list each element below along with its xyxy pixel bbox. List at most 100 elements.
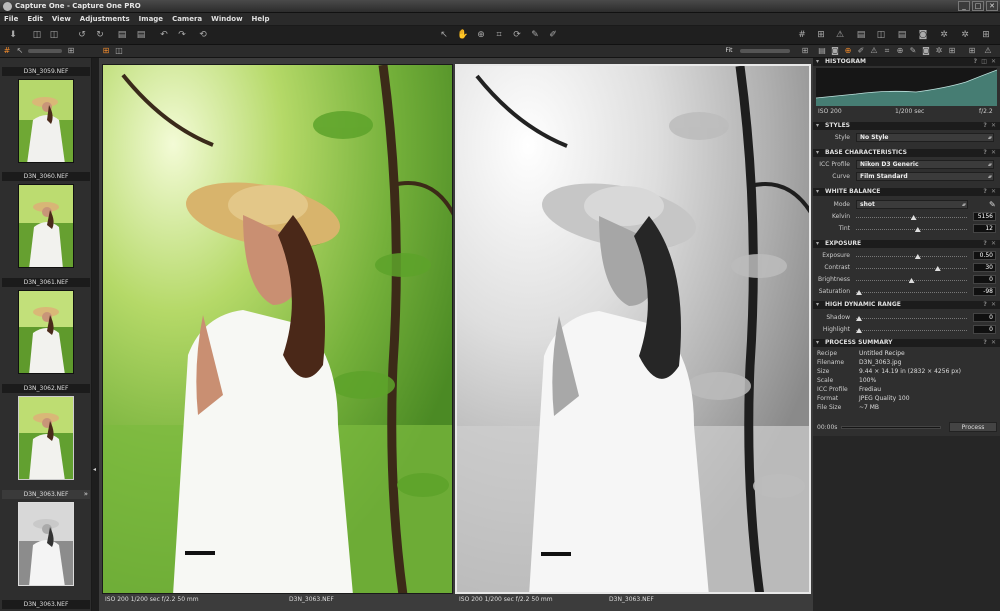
- close-button[interactable]: ✕: [986, 1, 998, 11]
- undo-icon[interactable]: ↶: [158, 29, 170, 41]
- highlight-value[interactable]: 0: [973, 325, 996, 334]
- multi-view-icon[interactable]: ◫: [114, 46, 124, 56]
- stack-icon[interactable]: ◫: [875, 29, 887, 41]
- process-button[interactable]: Process: [949, 422, 997, 432]
- exposure-slider-track[interactable]: [856, 256, 967, 257]
- shadow-slider-track[interactable]: [856, 318, 967, 319]
- shadow-value[interactable]: 0: [973, 313, 996, 322]
- section-controls[interactable]: ? ✕: [983, 188, 997, 196]
- viewer-menu-icon[interactable]: ⊞: [800, 46, 810, 56]
- viewer-image-bw[interactable]: [455, 64, 811, 594]
- preferences-icon[interactable]: ✲: [959, 29, 971, 41]
- panel-divider[interactable]: ◂: [92, 58, 99, 611]
- adjustments-icon[interactable]: ✎: [908, 46, 918, 56]
- single-view-icon[interactable]: ⊞: [101, 46, 111, 56]
- thumbnail-image[interactable]: [18, 396, 74, 480]
- user-icon[interactable]: ↖: [15, 46, 25, 56]
- help-icon[interactable]: ⚠: [983, 46, 993, 56]
- capture-tab-icon[interactable]: ◙: [830, 46, 840, 56]
- viewer-image-color[interactable]: [102, 64, 453, 594]
- annotate-icon[interactable]: ✐: [547, 29, 559, 41]
- rotate-right-icon[interactable]: ↻: [94, 29, 106, 41]
- process-summary-header[interactable]: PROCESS SUMMARY ? ✕: [813, 339, 1000, 347]
- brightness-value[interactable]: 0: [973, 275, 996, 284]
- import-icon[interactable]: ⬇: [7, 29, 19, 41]
- section-controls[interactable]: ? ✕: [983, 149, 997, 157]
- menu-view[interactable]: View: [52, 13, 71, 25]
- style-dropdown[interactable]: No Style: [856, 133, 994, 142]
- menu-adjustments[interactable]: Adjustments: [80, 13, 130, 25]
- styles-header[interactable]: STYLES ? ✕: [813, 122, 1000, 130]
- thumbnail-image[interactable]: [18, 184, 74, 268]
- camera-icon[interactable]: ◙: [917, 29, 929, 41]
- guides-icon[interactable]: ⊞: [815, 29, 827, 41]
- output-icon[interactable]: ✲: [934, 46, 944, 56]
- section-controls[interactable]: ? ✕: [983, 339, 997, 347]
- hand-pan-icon[interactable]: ✋: [457, 29, 469, 41]
- thumbnail-size-slider[interactable]: [28, 49, 62, 53]
- trash-icon[interactable]: ▤: [135, 29, 147, 41]
- folder-icon[interactable]: ▤: [116, 29, 128, 41]
- color-icon[interactable]: ⊕: [843, 46, 853, 56]
- select-cursor-icon[interactable]: ↖: [438, 29, 450, 41]
- curve-dropdown[interactable]: Film Standard: [856, 172, 994, 181]
- exposure-tab-icon[interactable]: ✐: [856, 46, 866, 56]
- collapse-arrow-icon[interactable]: ◂: [93, 466, 96, 473]
- lens-icon[interactable]: ⚠: [869, 46, 879, 56]
- zoom-slider[interactable]: [740, 49, 790, 53]
- kelvin-slider-track[interactable]: [856, 217, 967, 218]
- thumbnail-image[interactable]: [18, 502, 74, 586]
- contrast-slider-track[interactable]: [856, 268, 967, 269]
- kelvin-value[interactable]: 5156: [973, 212, 996, 221]
- highlight-slider-track[interactable]: [856, 330, 967, 331]
- menu-camera[interactable]: Camera: [172, 13, 202, 25]
- batch-tab-icon[interactable]: ⊞: [947, 46, 957, 56]
- tint-slider-track[interactable]: [856, 229, 967, 230]
- export-icon[interactable]: ▤: [896, 29, 908, 41]
- white-balance-header[interactable]: WHITE BALANCE ? ✕: [813, 188, 1000, 196]
- menu-image[interactable]: Image: [139, 13, 163, 25]
- metadata-icon[interactable]: ◙: [921, 46, 931, 56]
- contrast-value[interactable]: 30: [973, 263, 996, 272]
- crop-tab-icon[interactable]: ⌗: [882, 46, 892, 56]
- menu-window[interactable]: Window: [211, 13, 242, 25]
- minimize-button[interactable]: _: [958, 1, 970, 11]
- wb-picker-icon[interactable]: ✎: [989, 200, 996, 209]
- section-controls[interactable]: ? ◫ ✕: [974, 58, 997, 66]
- section-controls[interactable]: ? ✕: [983, 240, 997, 248]
- settings-icon[interactable]: ✲: [938, 29, 950, 41]
- redo-icon[interactable]: ↷: [176, 29, 188, 41]
- rotate-tool-icon[interactable]: ⟳: [511, 29, 523, 41]
- menu-help[interactable]: Help: [252, 13, 270, 25]
- section-controls[interactable]: ? ✕: [983, 122, 997, 130]
- reset-icon[interactable]: ⟲: [197, 29, 209, 41]
- hdr-header[interactable]: HIGH DYNAMIC RANGE ? ✕: [813, 301, 1000, 309]
- saturation-value[interactable]: -98: [973, 287, 996, 296]
- maximize-button[interactable]: □: [972, 1, 984, 11]
- expand-icon[interactable]: »: [84, 490, 88, 498]
- tint-value[interactable]: 12: [973, 224, 996, 233]
- grid-view-icon[interactable]: #: [2, 46, 12, 56]
- histogram-header[interactable]: HISTOGRAM ? ◫ ✕: [813, 58, 1000, 66]
- menu-file[interactable]: File: [4, 13, 18, 25]
- inspector-menu-icon[interactable]: ⊞: [967, 46, 977, 56]
- zoom-icon[interactable]: ⊕: [475, 29, 487, 41]
- compare-icon[interactable]: ◫: [48, 29, 60, 41]
- icc-dropdown[interactable]: Nikon D3 Generic: [856, 160, 994, 169]
- details-icon[interactable]: ⊕: [895, 46, 905, 56]
- section-controls[interactable]: ? ✕: [983, 301, 997, 309]
- warning-icon[interactable]: ⚠: [834, 29, 846, 41]
- folder-open-icon[interactable]: ▤: [855, 29, 867, 41]
- exposure-header[interactable]: EXPOSURE ? ✕: [813, 240, 1000, 248]
- base-characteristics-header[interactable]: BASE CHARACTERISTICS ? ✕: [813, 149, 1000, 157]
- crop-icon[interactable]: ⌗: [493, 29, 505, 41]
- capture-icon[interactable]: ◫: [31, 29, 43, 41]
- wb-mode-dropdown[interactable]: shot: [856, 200, 968, 209]
- batch-icon[interactable]: ⊞: [980, 29, 992, 41]
- thumbnail-image[interactable]: [18, 290, 74, 374]
- browser-menu-icon[interactable]: ⊞: [66, 46, 76, 56]
- exposure-value[interactable]: 0.50: [973, 251, 996, 260]
- saturation-slider-track[interactable]: [856, 292, 967, 293]
- library-icon[interactable]: ▤: [817, 46, 827, 56]
- picker-icon[interactable]: ✎: [529, 29, 541, 41]
